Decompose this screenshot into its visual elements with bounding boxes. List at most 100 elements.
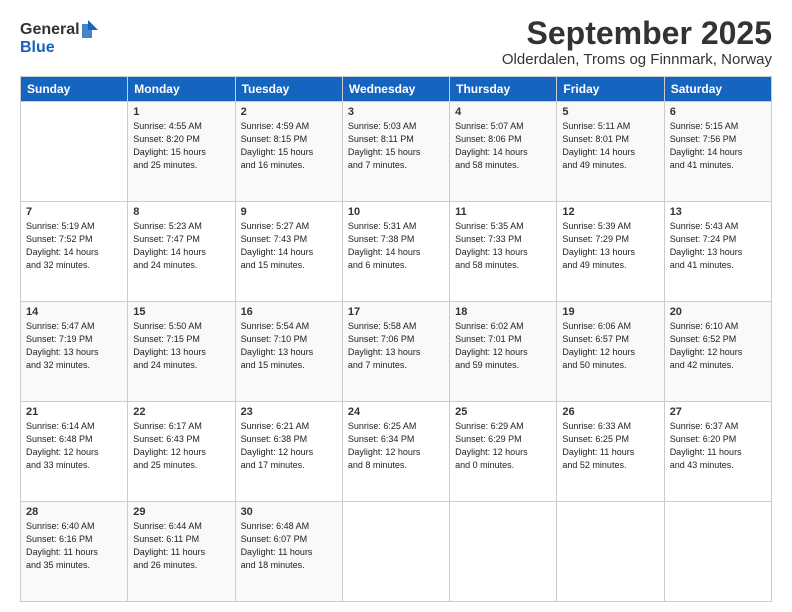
day-number: 10 xyxy=(348,206,444,218)
calendar-cell: 10 Sunrise: 5:31 AM Sunset: 7:38 PM Dayli… xyxy=(342,202,449,302)
calendar-cell: 8 Sunrise: 5:23 AM Sunset: 7:47 PM Daylig… xyxy=(128,202,235,302)
header: General Blue September 2025 Olderdalen, … xyxy=(20,16,772,68)
svg-text:Blue: Blue xyxy=(20,39,55,56)
calendar-cell: 1 Sunrise: 4:55 AM Sunset: 8:20 PM Daylig… xyxy=(128,102,235,202)
calendar-cell: 12 Sunrise: 5:39 AM Sunset: 7:29 PM Dayli… xyxy=(557,202,664,302)
calendar-cell xyxy=(664,502,771,602)
column-header-thursday: Thursday xyxy=(450,77,557,102)
day-number: 8 xyxy=(133,206,229,218)
day-number: 25 xyxy=(455,406,551,418)
day-info: Sunrise: 5:43 AM Sunset: 7:24 PM Dayligh… xyxy=(670,220,766,272)
calendar-cell: 29 Sunrise: 6:44 AM Sunset: 6:11 PM Dayli… xyxy=(128,502,235,602)
day-number: 15 xyxy=(133,306,229,318)
day-info: Sunrise: 5:27 AM Sunset: 7:43 PM Dayligh… xyxy=(241,220,337,272)
calendar-title: September 2025 xyxy=(502,16,772,51)
day-number: 1 xyxy=(133,106,229,118)
calendar-cell: 17Sunrise: 5:58 AM Sunset: 7:06 PM Dayli… xyxy=(342,302,449,402)
column-header-wednesday: Wednesday xyxy=(342,77,449,102)
week-row-2: 7Sunrise: 5:19 AM Sunset: 7:52 PM Daylig… xyxy=(21,202,772,302)
day-number: 23 xyxy=(241,406,337,418)
logo-svg: General Blue xyxy=(20,16,100,58)
week-row-3: 14Sunrise: 5:47 AM Sunset: 7:19 PM Dayli… xyxy=(21,302,772,402)
day-number: 16 xyxy=(241,306,337,318)
day-number: 4 xyxy=(455,106,551,118)
day-info: Sunrise: 5:07 AM Sunset: 8:06 PM Dayligh… xyxy=(455,120,551,172)
day-info: Sunrise: 6:06 AM Sunset: 6:57 PM Dayligh… xyxy=(562,320,658,372)
calendar-cell: 22 Sunrise: 6:17 AM Sunset: 6:43 PM Dayli… xyxy=(128,402,235,502)
day-info: Sunrise: 6:17 AM Sunset: 6:43 PM Dayligh… xyxy=(133,420,229,472)
day-number: 6 xyxy=(670,106,766,118)
calendar-cell: 18 Sunrise: 6:02 AM Sunset: 7:01 PM Dayli… xyxy=(450,302,557,402)
calendar-cell: 6 Sunrise: 5:15 AM Sunset: 7:56 PM Daylig… xyxy=(664,102,771,202)
calendar-cell xyxy=(21,102,128,202)
calendar-cell: 11 Sunrise: 5:35 AM Sunset: 7:33 PM Dayli… xyxy=(450,202,557,302)
day-number: 22 xyxy=(133,406,229,418)
day-number: 28 xyxy=(26,506,122,518)
calendar-cell xyxy=(557,502,664,602)
day-number: 30 xyxy=(241,506,337,518)
calendar-cell: 16Sunrise: 5:54 AM Sunset: 7:10 PM Dayli… xyxy=(235,302,342,402)
day-info: Sunrise: 6:02 AM Sunset: 7:01 PM Dayligh… xyxy=(455,320,551,372)
day-info: Sunrise: 5:50 AM Sunset: 7:15 PM Dayligh… xyxy=(133,320,229,372)
day-info: Sunrise: 5:11 AM Sunset: 8:01 PM Dayligh… xyxy=(562,120,658,172)
day-number: 18 xyxy=(455,306,551,318)
calendar-cell: 14Sunrise: 5:47 AM Sunset: 7:19 PM Dayli… xyxy=(21,302,128,402)
column-header-tuesday: Tuesday xyxy=(235,77,342,102)
calendar-cell: 9 Sunrise: 5:27 AM Sunset: 7:43 PM Daylig… xyxy=(235,202,342,302)
calendar-cell: 7Sunrise: 5:19 AM Sunset: 7:52 PM Daylig… xyxy=(21,202,128,302)
day-info: Sunrise: 6:33 AM Sunset: 6:25 PM Dayligh… xyxy=(562,420,658,472)
calendar-header-row: SundayMondayTuesdayWednesdayThursdayFrid… xyxy=(21,77,772,102)
calendar-cell: 27 Sunrise: 6:37 AM Sunset: 6:20 PM Dayli… xyxy=(664,402,771,502)
day-info: Sunrise: 6:14 AM Sunset: 6:48 PM Dayligh… xyxy=(26,420,122,472)
day-number: 3 xyxy=(348,106,444,118)
day-info: Sunrise: 4:59 AM Sunset: 8:15 PM Dayligh… xyxy=(241,120,337,172)
day-number: 27 xyxy=(670,406,766,418)
column-header-monday: Monday xyxy=(128,77,235,102)
day-info: Sunrise: 6:25 AM Sunset: 6:34 PM Dayligh… xyxy=(348,420,444,472)
day-number: 2 xyxy=(241,106,337,118)
calendar-body: 1 Sunrise: 4:55 AM Sunset: 8:20 PM Daylig… xyxy=(21,102,772,602)
day-number: 29 xyxy=(133,506,229,518)
day-number: 11 xyxy=(455,206,551,218)
page: General Blue September 2025 Olderdalen, … xyxy=(0,0,792,612)
calendar-cell xyxy=(342,502,449,602)
week-row-4: 21 Sunrise: 6:14 AM Sunset: 6:48 PM Dayli… xyxy=(21,402,772,502)
logo: General Blue xyxy=(20,16,100,58)
day-info: Sunrise: 5:19 AM Sunset: 7:52 PM Dayligh… xyxy=(26,220,122,272)
day-number: 21 xyxy=(26,406,122,418)
day-number: 24 xyxy=(348,406,444,418)
day-info: Sunrise: 5:03 AM Sunset: 8:11 PM Dayligh… xyxy=(348,120,444,172)
calendar-cell: 5 Sunrise: 5:11 AM Sunset: 8:01 PM Daylig… xyxy=(557,102,664,202)
calendar-subtitle: Olderdalen, Troms og Finnmark, Norway xyxy=(502,51,772,68)
day-info: Sunrise: 6:44 AM Sunset: 6:11 PM Dayligh… xyxy=(133,520,229,572)
calendar-cell: 3 Sunrise: 5:03 AM Sunset: 8:11 PM Daylig… xyxy=(342,102,449,202)
day-info: Sunrise: 4:55 AM Sunset: 8:20 PM Dayligh… xyxy=(133,120,229,172)
day-number: 20 xyxy=(670,306,766,318)
day-number: 9 xyxy=(241,206,337,218)
calendar-cell: 4 Sunrise: 5:07 AM Sunset: 8:06 PM Daylig… xyxy=(450,102,557,202)
calendar-cell: 24 Sunrise: 6:25 AM Sunset: 6:34 PM Dayli… xyxy=(342,402,449,502)
day-info: Sunrise: 6:40 AM Sunset: 6:16 PM Dayligh… xyxy=(26,520,122,572)
calendar-cell: 13Sunrise: 5:43 AM Sunset: 7:24 PM Dayli… xyxy=(664,202,771,302)
day-info: Sunrise: 6:48 AM Sunset: 6:07 PM Dayligh… xyxy=(241,520,337,572)
day-number: 19 xyxy=(562,306,658,318)
day-number: 26 xyxy=(562,406,658,418)
day-info: Sunrise: 6:21 AM Sunset: 6:38 PM Dayligh… xyxy=(241,420,337,472)
day-info: Sunrise: 5:15 AM Sunset: 7:56 PM Dayligh… xyxy=(670,120,766,172)
day-number: 5 xyxy=(562,106,658,118)
calendar-cell: 19 Sunrise: 6:06 AM Sunset: 6:57 PM Dayli… xyxy=(557,302,664,402)
day-info: Sunrise: 5:39 AM Sunset: 7:29 PM Dayligh… xyxy=(562,220,658,272)
week-row-5: 28 Sunrise: 6:40 AM Sunset: 6:16 PM Dayli… xyxy=(21,502,772,602)
day-info: Sunrise: 5:58 AM Sunset: 7:06 PM Dayligh… xyxy=(348,320,444,372)
svg-text:General: General xyxy=(20,21,80,38)
day-info: Sunrise: 6:37 AM Sunset: 6:20 PM Dayligh… xyxy=(670,420,766,472)
day-info: Sunrise: 5:35 AM Sunset: 7:33 PM Dayligh… xyxy=(455,220,551,272)
day-number: 12 xyxy=(562,206,658,218)
calendar-cell: 20Sunrise: 6:10 AM Sunset: 6:52 PM Dayli… xyxy=(664,302,771,402)
calendar-cell: 15 Sunrise: 5:50 AM Sunset: 7:15 PM Dayli… xyxy=(128,302,235,402)
day-info: Sunrise: 5:23 AM Sunset: 7:47 PM Dayligh… xyxy=(133,220,229,272)
day-info: Sunrise: 5:31 AM Sunset: 7:38 PM Dayligh… xyxy=(348,220,444,272)
calendar-table: SundayMondayTuesdayWednesdayThursdayFrid… xyxy=(20,76,772,602)
calendar-cell: 23 Sunrise: 6:21 AM Sunset: 6:38 PM Dayli… xyxy=(235,402,342,502)
calendar-cell: 26 Sunrise: 6:33 AM Sunset: 6:25 PM Dayli… xyxy=(557,402,664,502)
